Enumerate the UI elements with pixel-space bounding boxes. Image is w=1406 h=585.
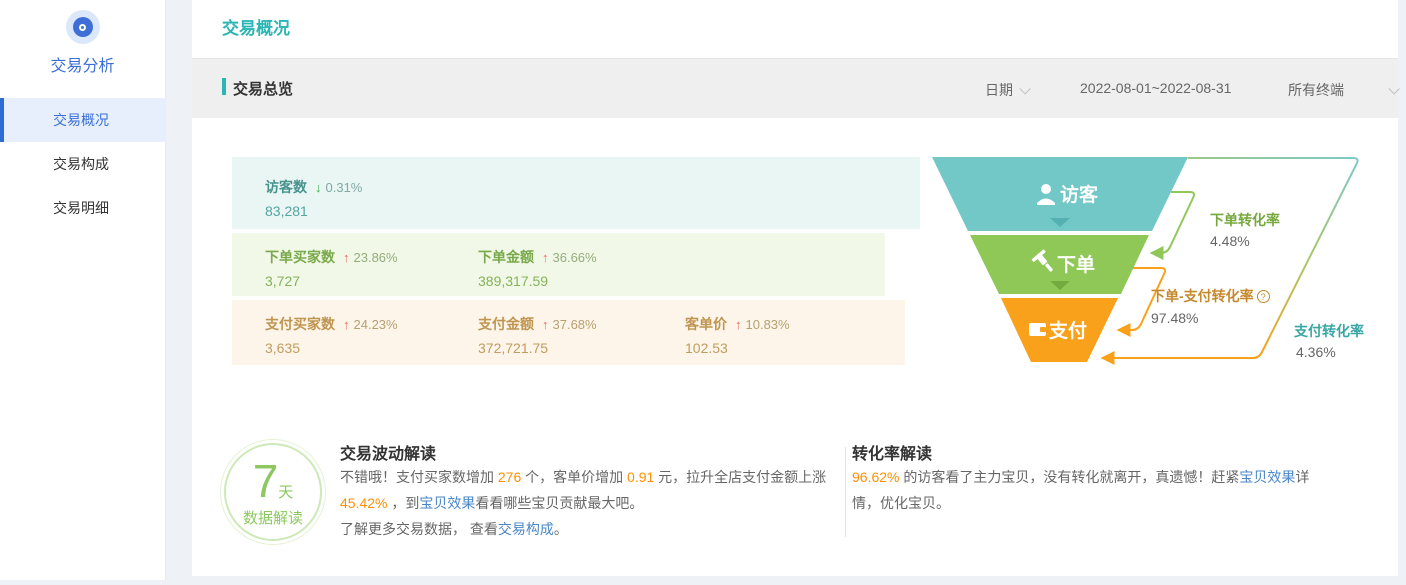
sidebar: 交易分析 交易概况 交易构成 交易明细 — [0, 0, 166, 580]
funnel-stage-label: 下单 — [1057, 253, 1095, 276]
paragraph: 了解更多交易数据， 查看交易构成。 — [340, 516, 840, 542]
text: 个，客单价增加 — [521, 469, 627, 485]
pay-conversion-rate-value: 4.36% — [1296, 344, 1336, 360]
date-type-dropdown[interactable]: 日期 — [985, 80, 1027, 100]
trend-down-icon: ↓ — [315, 180, 322, 195]
trend-up-icon: ↑ — [542, 250, 549, 265]
metric-value: 372,721.75 — [478, 340, 597, 356]
metric-row-orders: 下单买家数 ↑ 23.86% 3,727 下单金额 ↑ 36.66% 389,317.5… — [232, 233, 885, 296]
section-title: 交易总览 — [233, 78, 293, 99]
sidebar-item-trade-composition[interactable]: 交易构成 — [0, 142, 166, 186]
metric-value: 3,727 — [265, 273, 398, 289]
text: ，到 — [387, 495, 419, 511]
metric-change-pct: 0.31% — [326, 180, 363, 195]
metric-change-pct: 36.66% — [553, 250, 597, 265]
sidebar-item-label: 交易明细 — [53, 200, 109, 216]
metric-label: 客单价 — [685, 316, 727, 332]
metric-visitor-count: 访客数 ↓ 0.31% 83,281 — [265, 177, 362, 219]
metric-value: 3,635 — [265, 340, 398, 356]
pay-wallet-icon — [1029, 323, 1046, 336]
trend-up-icon: ↑ — [343, 250, 350, 265]
funnel-stage-label: 支付 — [1048, 319, 1087, 342]
order-conversion-rate-value: 4.48% — [1210, 233, 1250, 249]
section-accent-bar — [222, 78, 226, 95]
metric-row-visitors: 访客数 ↓ 0.31% 83,281 — [232, 157, 920, 229]
metric-row-payments: 支付买家数 ↑ 24.23% 3,635 支付金额 ↑ 37.68% 372,721.7… — [232, 300, 905, 365]
sidebar-item-trade-overview[interactable]: 交易概况 — [0, 98, 166, 142]
transaction-analysis-icon — [66, 10, 100, 44]
metric-label: 下单金额 — [478, 249, 534, 265]
metric-change-pct: 23.86% — [354, 250, 398, 265]
sidebar-menu: 交易概况 交易构成 交易明细 — [0, 98, 166, 230]
order-pay-conversion-rate-label: 下单-支付转化率? — [1151, 286, 1270, 306]
badge-subtitle: 数据解读 — [226, 507, 320, 528]
metric-order-amount: 下单金额 ↑ 36.66% 389,317.59 — [478, 247, 597, 289]
sidebar-item-trade-detail[interactable]: 交易明细 — [0, 186, 166, 230]
metric-label: 下单买家数 — [265, 249, 335, 265]
metric-order-buyers: 下单买家数 ↑ 23.86% 3,727 — [265, 247, 398, 289]
trend-up-icon: ↑ — [735, 317, 742, 332]
sidebar-item-label: 交易构成 — [53, 156, 109, 172]
trade-composition-link[interactable]: 交易构成 — [498, 521, 554, 537]
highlight-number: 96.62% — [852, 469, 899, 485]
metric-pay-amount: 支付金额 ↑ 37.68% 372,721.75 — [478, 314, 597, 356]
trade-fluctuation-title: 交易波动解读 — [340, 440, 436, 464]
funnel-stage-label: 访客 — [1060, 183, 1099, 206]
order-conversion-rate-label: 下单转化率 — [1210, 210, 1280, 230]
text: 看看哪些宝贝贡献最大吧。 — [475, 495, 643, 511]
metric-label: 支付金额 — [478, 316, 534, 332]
text: 了解更多交易数据， 查看 — [340, 521, 498, 537]
metric-change-pct: 37.68% — [553, 317, 597, 332]
metric-change-pct: 10.83% — [746, 317, 790, 332]
metric-label: 访客数 — [265, 179, 307, 195]
active-indicator-bar — [0, 98, 4, 142]
metric-value: 102.53 — [685, 340, 790, 356]
paragraph: 96.62% 的访客看了主力宝贝，没有转化就离开，真遗憾！赶紧宝贝效果详情，优化… — [852, 464, 1330, 516]
text: 元，拉升全店支付金额上涨 — [654, 469, 826, 485]
trend-up-icon: ↑ — [343, 317, 350, 332]
date-range-picker[interactable]: 2022-08-01~2022-08-31 — [1080, 80, 1231, 96]
metric-label: 支付买家数 — [265, 316, 335, 332]
pay-conversion-rate-label: 支付转化率 — [1294, 321, 1364, 341]
metric-pay-buyers: 支付买家数 ↑ 24.23% 3,635 — [265, 314, 398, 356]
badge-unit: 天 — [278, 484, 293, 501]
highlight-number: 45.42% — [340, 495, 387, 511]
help-icon[interactable]: ? — [1257, 290, 1270, 303]
order-pay-conversion-rate-value: 97.48% — [1151, 310, 1198, 326]
badge-number: 7 — [253, 455, 279, 507]
conversion-insight-title: 转化率解读 — [852, 440, 932, 464]
paragraph: 不错哦！支付买家数增加 276 个，客单价增加 0.91 元，拉升全店支付金额上… — [340, 464, 840, 516]
trend-up-icon: ↑ — [542, 317, 549, 332]
conversion-insight-text: 96.62% 的访客看了主力宝贝，没有转化就离开，真遗憾！赶紧宝贝效果详情，优化… — [852, 464, 1330, 516]
transaction-dashboard: 交易分析 交易概况 交易构成 交易明细 交易概况 交易总览 日期 2022-08… — [0, 0, 1406, 585]
text: 。 — [554, 521, 568, 537]
highlight-number: 276 — [498, 469, 521, 485]
page-title: 交易概况 — [222, 14, 290, 39]
item-effect-link[interactable]: 宝贝效果 — [419, 495, 475, 511]
chevron-down-icon — [1019, 83, 1030, 94]
sidebar-item-label: 交易概况 — [53, 112, 109, 128]
sidebar-title: 交易分析 — [0, 52, 165, 76]
metric-change-pct: 24.23% — [354, 317, 398, 332]
metric-value: 83,281 — [265, 203, 362, 219]
highlight-number: 0.91 — [627, 469, 654, 485]
item-effect-link[interactable]: 宝贝效果 — [1239, 469, 1295, 485]
seven-day-insight-badge: 7天 数据解读 — [224, 443, 322, 541]
text: 的访客看了主力宝贝，没有转化就离开，真遗憾！赶紧 — [899, 469, 1239, 485]
vertical-divider — [845, 447, 846, 537]
metric-avg-order-value: 客单价 ↑ 10.83% 102.53 — [685, 314, 790, 356]
trade-fluctuation-text: 不错哦！支付买家数增加 276 个，客单价增加 0.91 元，拉升全店支付金额上… — [340, 464, 840, 542]
overview-section-bar: 交易总览 日期 2022-08-01~2022-08-31 所有终端 — [192, 58, 1398, 118]
conversion-funnel-chart: 访客 下单 支付 下单转化率 4.48% 下单-支付转化率? 97.48% 支付… — [920, 150, 1406, 380]
text: 不错哦！支付买家数增加 — [340, 469, 498, 485]
metric-value: 389,317.59 — [478, 273, 597, 289]
terminal-dropdown[interactable]: 所有终端 — [1288, 80, 1396, 100]
